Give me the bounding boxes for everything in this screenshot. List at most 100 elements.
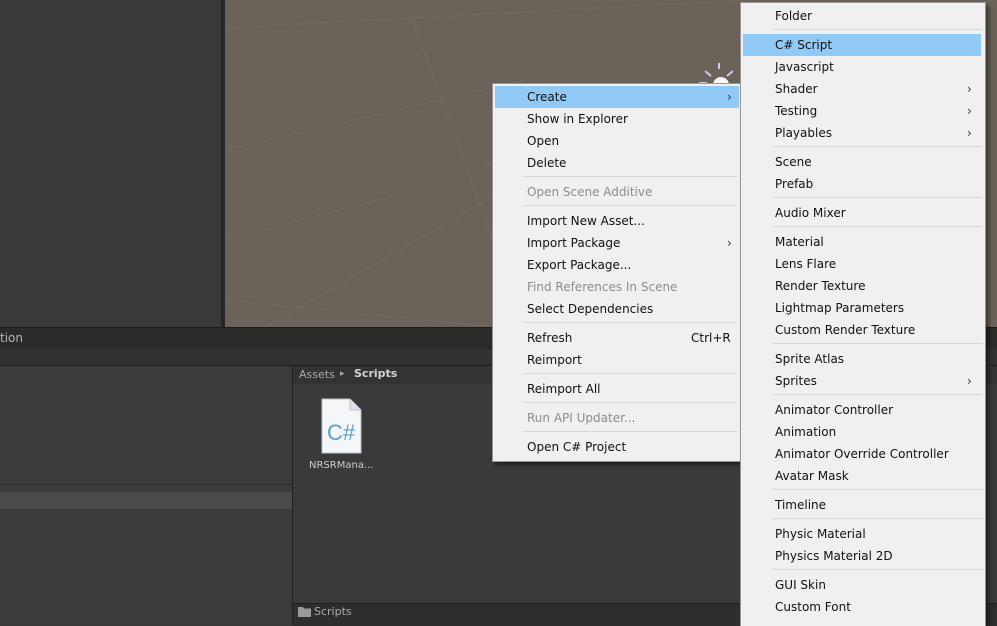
menu-separator [773, 343, 983, 344]
menu-item-label: Animation [775, 425, 837, 439]
menu-item-label: Create [527, 90, 567, 104]
menu-item-label: Playables [775, 126, 832, 140]
menu-item-label: Select Dependencies [527, 302, 654, 316]
menu-item-label: Timeline [775, 498, 827, 512]
menu-item-label: Reimport [527, 353, 582, 367]
menu-item-label: Custom Font [775, 600, 851, 614]
menu-item-label: Prefab [775, 177, 814, 191]
submenu-item-lightmap-parameters[interactable]: Lightmap Parameters [743, 297, 981, 319]
menu-item-label: Animator Controller [775, 403, 894, 417]
submenu-item-sprites[interactable]: Sprites › [743, 370, 981, 392]
folder-tree-separator [0, 484, 292, 485]
menu-item-delete[interactable]: Delete [495, 152, 739, 174]
submenu-item-sprite-atlas[interactable]: Sprite Atlas [743, 348, 981, 370]
create-submenu: Folder C# Script Javascript Shader › Tes… [740, 2, 986, 626]
menu-separator [523, 322, 737, 323]
chevron-right-icon: › [967, 82, 972, 96]
menu-separator [773, 226, 983, 227]
submenu-item-physic-material[interactable]: Physic Material [743, 523, 981, 545]
csharp-file-icon[interactable]: C# [320, 398, 362, 454]
menu-separator [523, 402, 737, 403]
submenu-item-prefab[interactable]: Prefab [743, 173, 981, 195]
menu-item-reimport[interactable]: Reimport [495, 349, 739, 371]
submenu-item-shader[interactable]: Shader › [743, 78, 981, 100]
menu-item-label: Lightmap Parameters [775, 301, 905, 315]
submenu-item-avatar-mask[interactable]: Avatar Mask [743, 465, 981, 487]
menu-separator [773, 29, 983, 30]
menu-separator [773, 569, 983, 570]
menu-item-refresh[interactable]: Refresh Ctrl+R [495, 327, 739, 349]
submenu-item-material[interactable]: Material [743, 231, 981, 253]
menu-item-label: Scene [775, 155, 812, 169]
menu-item-export-package[interactable]: Export Package... [495, 254, 739, 276]
submenu-item-javascript[interactable]: Javascript [743, 56, 981, 78]
menu-item-label: GUI Skin [775, 578, 826, 592]
menu-separator [773, 197, 983, 198]
menu-item-label: Open Scene Additive [527, 185, 653, 199]
menu-item-label: Open C# Project [527, 440, 627, 454]
chevron-right-icon: › [727, 90, 732, 104]
menu-item-select-dependencies[interactable]: Select Dependencies [495, 298, 739, 320]
menu-item-label: Lens Flare [775, 257, 837, 271]
menu-item-import-new-asset[interactable]: Import New Asset... [495, 210, 739, 232]
menu-item-open-csharp-project[interactable]: Open C# Project [495, 436, 739, 458]
menu-item-find-references[interactable]: Find References In Scene [495, 276, 739, 298]
menu-item-open-scene-additive[interactable]: Open Scene Additive [495, 181, 739, 203]
menu-item-show-in-explorer[interactable]: Show in Explorer [495, 108, 739, 130]
breadcrumb-scripts[interactable]: Scripts [354, 367, 397, 380]
breadcrumb-assets[interactable]: Assets [299, 368, 335, 381]
menu-separator [523, 176, 737, 177]
submenu-item-physics-material-2d[interactable]: Physics Material 2D [743, 545, 981, 567]
submenu-item-lens-flare[interactable]: Lens Flare [743, 253, 981, 275]
menu-item-reimport-all[interactable]: Reimport All [495, 378, 739, 400]
menu-item-label: Open [527, 134, 560, 148]
menu-item-label: C# Script [775, 38, 833, 52]
menu-separator [773, 146, 983, 147]
menu-separator [773, 489, 983, 490]
menu-item-label: Folder [775, 9, 813, 23]
menu-item-label: Find References In Scene [527, 280, 678, 294]
menu-item-label: Physic Material [775, 527, 866, 541]
submenu-item-animation[interactable]: Animation [743, 421, 981, 443]
menu-item-shortcut: Ctrl+R [691, 331, 731, 345]
menu-item-create[interactable]: Create › [495, 86, 739, 108]
submenu-item-animator-controller[interactable]: Animator Controller [743, 399, 981, 421]
status-path: Scripts [314, 605, 352, 618]
chevron-right-icon: › [967, 374, 972, 388]
menu-item-label: Javascript [775, 60, 834, 74]
submenu-item-folder[interactable]: Folder [743, 5, 981, 27]
breadcrumb-separator-icon: ▸ [340, 369, 345, 379]
submenu-item-testing[interactable]: Testing › [743, 100, 981, 122]
menu-item-open[interactable]: Open [495, 130, 739, 152]
submenu-item-custom-render-texture[interactable]: Custom Render Texture [743, 319, 981, 341]
submenu-item-scene[interactable]: Scene [743, 151, 981, 173]
asset-name-label[interactable]: NRSRMana... [309, 460, 373, 471]
submenu-item-csharp-script[interactable]: C# Script [743, 34, 981, 56]
csharp-file-icon-text: C# [327, 420, 356, 445]
menu-item-label: Run API Updater... [527, 411, 636, 425]
panel-tab-label[interactable]: tion [0, 331, 23, 345]
submenu-item-audio-mixer[interactable]: Audio Mixer [743, 202, 981, 224]
menu-item-label: Show in Explorer [527, 112, 628, 126]
menu-separator [773, 518, 983, 519]
submenu-item-custom-font[interactable]: Custom Font [743, 596, 981, 618]
submenu-item-timeline[interactable]: Timeline [743, 494, 981, 516]
menu-item-import-package[interactable]: Import Package › [495, 232, 739, 254]
submenu-item-render-texture[interactable]: Render Texture [743, 275, 981, 297]
folder-tree-selected-row[interactable] [0, 492, 292, 509]
menu-item-label: Import New Asset... [527, 214, 645, 228]
menu-item-label: Sprites [775, 374, 817, 388]
menu-item-run-api-updater[interactable]: Run API Updater... [495, 407, 739, 429]
context-menu: Create › Show in Explorer Open Delete Op… [492, 83, 742, 462]
menu-item-label: Physics Material 2D [775, 549, 893, 563]
menu-separator [523, 205, 737, 206]
menu-separator [523, 373, 737, 374]
submenu-item-animator-override-controller[interactable]: Animator Override Controller [743, 443, 981, 465]
chevron-right-icon: › [967, 126, 972, 140]
menu-item-label: Testing [775, 104, 818, 118]
submenu-item-playables[interactable]: Playables › [743, 122, 981, 144]
menu-separator [523, 431, 737, 432]
menu-item-label: Export Package... [527, 258, 632, 272]
submenu-item-gui-skin[interactable]: GUI Skin [743, 574, 981, 596]
menu-item-label: Import Package [527, 236, 621, 250]
